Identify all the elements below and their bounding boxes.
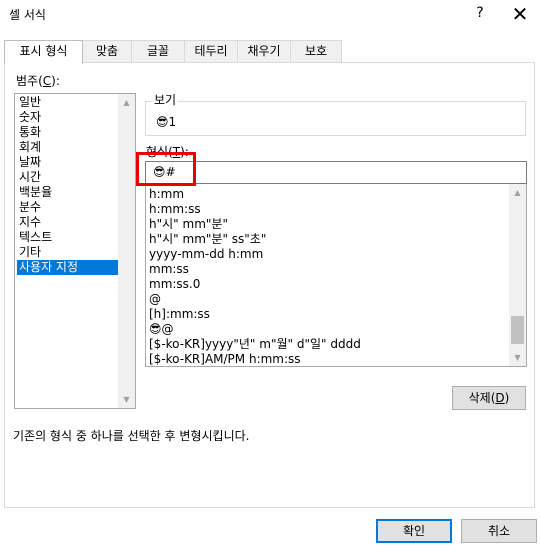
format-item[interactable]: @ bbox=[149, 292, 161, 307]
category-item-percentage[interactable]: 백분율 bbox=[17, 185, 120, 200]
format-item[interactable]: [$-ko-KR]AM/PM h:mm:ss bbox=[149, 352, 301, 366]
tab-border[interactable]: 테두리 bbox=[184, 40, 238, 63]
tab-strip: 표시 형식 맞춤 글꼴 테두리 채우기 보호 bbox=[4, 40, 534, 64]
format-input[interactable]: 😎# bbox=[145, 161, 527, 184]
description-text: 기존의 형식 중 하나를 선택한 후 변형시킵니다. bbox=[13, 429, 250, 443]
help-button[interactable]: ? bbox=[470, 5, 490, 25]
category-item-text[interactable]: 텍스트 bbox=[17, 230, 120, 245]
category-item-date[interactable]: 날짜 bbox=[17, 155, 120, 170]
format-item[interactable]: [h]:mm:ss bbox=[149, 307, 210, 322]
close-icon[interactable]: ✕ bbox=[508, 2, 532, 26]
format-scrollbar[interactable]: ▲ ▼ bbox=[509, 184, 526, 366]
tab-alignment[interactable]: 맞춤 bbox=[82, 40, 132, 63]
category-list[interactable]: 일반 숫자 통화 회계 날짜 시간 백분율 분수 지수 텍스트 기타 사용자 지… bbox=[14, 93, 136, 409]
ok-button[interactable]: 확인 bbox=[376, 519, 452, 543]
format-item[interactable]: h:mm:ss bbox=[149, 202, 201, 217]
category-item-custom[interactable]: 사용자 지정 bbox=[17, 260, 120, 275]
format-item[interactable]: mm:ss bbox=[149, 262, 189, 277]
window-title: 셀 서식 bbox=[9, 8, 46, 22]
tab-protection[interactable]: 보호 bbox=[290, 40, 342, 63]
scroll-thumb[interactable] bbox=[511, 316, 524, 344]
format-list[interactable]: h:mm h:mm:ss h"시" mm"분" h"시" mm"분" ss"초"… bbox=[145, 184, 527, 367]
format-item[interactable]: h"시" mm"분" bbox=[149, 217, 228, 232]
format-item[interactable]: yyyy-mm-dd h:mm bbox=[149, 247, 263, 262]
delete-button[interactable]: 삭제(D) bbox=[452, 386, 526, 410]
chevron-up-icon[interactable]: ▲ bbox=[509, 184, 526, 201]
chevron-down-icon[interactable]: ▼ bbox=[118, 391, 135, 408]
cancel-button[interactable]: 취소 bbox=[461, 519, 537, 543]
chevron-down-icon[interactable]: ▼ bbox=[509, 349, 526, 366]
category-item-general[interactable]: 일반 bbox=[17, 95, 120, 110]
title-bar bbox=[0, 0, 540, 30]
format-item[interactable]: h:mm bbox=[149, 187, 184, 202]
category-item-accounting[interactable]: 회계 bbox=[17, 140, 120, 155]
category-scrollbar[interactable]: ▲ ▼ bbox=[118, 94, 135, 408]
category-item-number[interactable]: 숫자 bbox=[17, 110, 120, 125]
format-item[interactable]: mm:ss.0 bbox=[149, 277, 200, 292]
category-item-special[interactable]: 기타 bbox=[17, 245, 120, 260]
chevron-up-icon[interactable]: ▲ bbox=[118, 94, 135, 111]
tab-font[interactable]: 글꼴 bbox=[131, 40, 185, 63]
highlight-box bbox=[136, 152, 196, 186]
format-item[interactable]: h"시" mm"분" ss"초" bbox=[149, 232, 266, 247]
sample-value: 😎1 bbox=[156, 115, 177, 129]
format-item[interactable]: [$-ko-KR]yyyy"년" m"월" d"일" dddd bbox=[149, 337, 361, 352]
category-label: 범주(C): bbox=[16, 74, 60, 88]
category-item-currency[interactable]: 통화 bbox=[17, 125, 120, 140]
tab-number[interactable]: 표시 형식 bbox=[4, 40, 83, 64]
format-item[interactable]: 😎@ bbox=[149, 322, 174, 337]
category-item-fraction[interactable]: 분수 bbox=[17, 200, 120, 215]
category-item-scientific[interactable]: 지수 bbox=[17, 215, 120, 230]
category-item-time[interactable]: 시간 bbox=[17, 170, 120, 185]
sample-group bbox=[145, 101, 526, 136]
sample-label: 보기 bbox=[152, 91, 179, 108]
tab-fill[interactable]: 채우기 bbox=[237, 40, 291, 63]
